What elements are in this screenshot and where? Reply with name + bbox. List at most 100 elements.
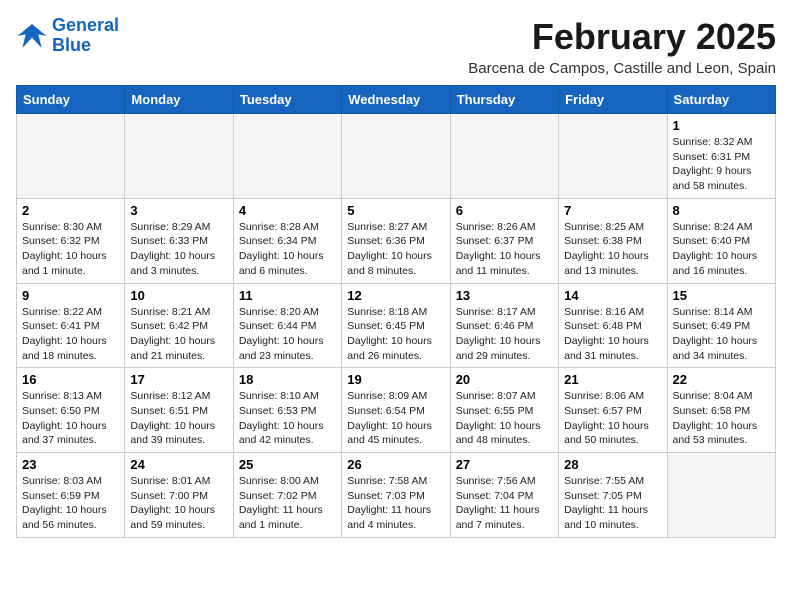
day-number: 1 [673, 118, 770, 133]
calendar-cell [667, 453, 775, 538]
day-info: Sunrise: 8:09 AM Sunset: 6:54 PM Dayligh… [347, 389, 444, 448]
calendar-cell: 27 Sunrise: 7:56 AM Sunset: 7:04 PM Dayli… [450, 453, 558, 538]
calendar-cell [342, 114, 450, 199]
logo-bird-icon [16, 20, 48, 52]
day-number: 23 [22, 457, 119, 472]
day-number: 3 [130, 203, 227, 218]
calendar-cell: 19 Sunrise: 8:09 AM Sunset: 6:54 PM Dayli… [342, 368, 450, 453]
logo-line1: General [52, 15, 119, 35]
day-number: 10 [130, 288, 227, 303]
calendar-cell: 8 Sunrise: 8:24 AM Sunset: 6:40 PM Daylig… [667, 198, 775, 283]
calendar-cell: 15 Sunrise: 8:14 AM Sunset: 6:49 PM Dayli… [667, 283, 775, 368]
day-number: 4 [239, 203, 336, 218]
day-number: 22 [673, 372, 770, 387]
day-number: 8 [673, 203, 770, 218]
day-info: Sunrise: 8:16 AM Sunset: 6:48 PM Dayligh… [564, 305, 661, 364]
logo: General Blue [16, 16, 119, 56]
day-info: Sunrise: 7:55 AM Sunset: 7:05 PM Dayligh… [564, 474, 661, 533]
day-info: Sunrise: 8:12 AM Sunset: 6:51 PM Dayligh… [130, 389, 227, 448]
calendar-cell [233, 114, 341, 199]
calendar-cell: 16 Sunrise: 8:13 AM Sunset: 6:50 PM Dayli… [17, 368, 125, 453]
day-info: Sunrise: 8:07 AM Sunset: 6:55 PM Dayligh… [456, 389, 553, 448]
day-info: Sunrise: 8:13 AM Sunset: 6:50 PM Dayligh… [22, 389, 119, 448]
day-number: 26 [347, 457, 444, 472]
day-number: 24 [130, 457, 227, 472]
day-number: 16 [22, 372, 119, 387]
calendar-cell: 2Sunrise: 8:30 AM Sunset: 6:32 PM Daylig… [17, 198, 125, 283]
calendar-cell: 17 Sunrise: 8:12 AM Sunset: 6:51 PM Dayli… [125, 368, 233, 453]
day-number: 11 [239, 288, 336, 303]
title-block: February 2025 Barcena de Campos, Castill… [468, 16, 776, 77]
calendar-cell: 11 Sunrise: 8:20 AM Sunset: 6:44 PM Dayli… [233, 283, 341, 368]
calendar-cell: 7Sunrise: 8:25 AM Sunset: 6:38 PM Daylig… [559, 198, 667, 283]
day-info: Sunrise: 8:30 AM Sunset: 6:32 PM Dayligh… [22, 220, 119, 279]
calendar-cell: 6 Sunrise: 8:26 AM Sunset: 6:37 PM Daylig… [450, 198, 558, 283]
day-number: 6 [456, 203, 553, 218]
day-info: Sunrise: 8:04 AM Sunset: 6:58 PM Dayligh… [673, 389, 770, 448]
location-title: Barcena de Campos, Castille and Leon, Sp… [468, 60, 776, 77]
day-number: 5 [347, 203, 444, 218]
day-info: Sunrise: 7:56 AM Sunset: 7:04 PM Dayligh… [456, 474, 553, 533]
day-info: Sunrise: 8:00 AM Sunset: 7:02 PM Dayligh… [239, 474, 336, 533]
calendar-week-row: 16 Sunrise: 8:13 AM Sunset: 6:50 PM Dayli… [17, 368, 776, 453]
calendar-cell: 3 Sunrise: 8:29 AM Sunset: 6:33 PM Daylig… [125, 198, 233, 283]
day-number: 21 [564, 372, 661, 387]
calendar-cell: 4 Sunrise: 8:28 AM Sunset: 6:34 PM Daylig… [233, 198, 341, 283]
calendar-cell: 13Sunrise: 8:17 AM Sunset: 6:46 PM Dayli… [450, 283, 558, 368]
day-number: 9 [22, 288, 119, 303]
calendar-table: SundayMondayTuesdayWednesdayThursdayFrid… [16, 85, 776, 538]
weekday-header: Tuesday [233, 86, 341, 114]
day-number: 14 [564, 288, 661, 303]
day-info: Sunrise: 8:28 AM Sunset: 6:34 PM Dayligh… [239, 220, 336, 279]
day-number: 12 [347, 288, 444, 303]
day-info: Sunrise: 8:06 AM Sunset: 6:57 PM Dayligh… [564, 389, 661, 448]
calendar-cell [125, 114, 233, 199]
calendar-cell: 5 Sunrise: 8:27 AM Sunset: 6:36 PM Daylig… [342, 198, 450, 283]
page-header: General Blue February 2025 Barcena de Ca… [16, 16, 776, 77]
weekday-header: Thursday [450, 86, 558, 114]
day-info: Sunrise: 8:27 AM Sunset: 6:36 PM Dayligh… [347, 220, 444, 279]
day-number: 17 [130, 372, 227, 387]
calendar-cell: 21 Sunrise: 8:06 AM Sunset: 6:57 PM Dayli… [559, 368, 667, 453]
weekday-header: Sunday [17, 86, 125, 114]
day-info: Sunrise: 8:03 AM Sunset: 6:59 PM Dayligh… [22, 474, 119, 533]
calendar-cell: 20 Sunrise: 8:07 AM Sunset: 6:55 PM Dayli… [450, 368, 558, 453]
calendar-cell: 10 Sunrise: 8:21 AM Sunset: 6:42 PM Dayli… [125, 283, 233, 368]
calendar-cell: 28Sunrise: 7:55 AM Sunset: 7:05 PM Dayli… [559, 453, 667, 538]
day-info: Sunrise: 8:26 AM Sunset: 6:37 PM Dayligh… [456, 220, 553, 279]
day-number: 18 [239, 372, 336, 387]
day-number: 19 [347, 372, 444, 387]
calendar-week-row: 1 Sunrise: 8:32 AM Sunset: 6:31 PM Daylig… [17, 114, 776, 199]
calendar-cell [450, 114, 558, 199]
day-number: 15 [673, 288, 770, 303]
calendar-week-row: 9 Sunrise: 8:22 AM Sunset: 6:41 PM Daylig… [17, 283, 776, 368]
day-info: Sunrise: 8:22 AM Sunset: 6:41 PM Dayligh… [22, 305, 119, 364]
calendar-cell: 24 Sunrise: 8:01 AM Sunset: 7:00 PM Dayli… [125, 453, 233, 538]
day-info: Sunrise: 8:14 AM Sunset: 6:49 PM Dayligh… [673, 305, 770, 364]
calendar-cell: 18 Sunrise: 8:10 AM Sunset: 6:53 PM Dayli… [233, 368, 341, 453]
day-info: Sunrise: 8:18 AM Sunset: 6:45 PM Dayligh… [347, 305, 444, 364]
day-info: Sunrise: 8:32 AM Sunset: 6:31 PM Dayligh… [673, 135, 770, 194]
day-info: Sunrise: 8:21 AM Sunset: 6:42 PM Dayligh… [130, 305, 227, 364]
calendar-cell [17, 114, 125, 199]
calendar-cell: 22 Sunrise: 8:04 AM Sunset: 6:58 PM Dayli… [667, 368, 775, 453]
logo-line2: Blue [52, 35, 91, 55]
day-info: Sunrise: 8:24 AM Sunset: 6:40 PM Dayligh… [673, 220, 770, 279]
day-info: Sunrise: 8:25 AM Sunset: 6:38 PM Dayligh… [564, 220, 661, 279]
day-info: Sunrise: 8:10 AM Sunset: 6:53 PM Dayligh… [239, 389, 336, 448]
calendar-cell: 23 Sunrise: 8:03 AM Sunset: 6:59 PM Dayli… [17, 453, 125, 538]
weekday-header-row: SundayMondayTuesdayWednesdayThursdayFrid… [17, 86, 776, 114]
calendar-cell: 14 Sunrise: 8:16 AM Sunset: 6:48 PM Dayli… [559, 283, 667, 368]
day-number: 27 [456, 457, 553, 472]
calendar-week-row: 23 Sunrise: 8:03 AM Sunset: 6:59 PM Dayli… [17, 453, 776, 538]
weekday-header: Saturday [667, 86, 775, 114]
weekday-header: Friday [559, 86, 667, 114]
day-info: Sunrise: 7:58 AM Sunset: 7:03 PM Dayligh… [347, 474, 444, 533]
day-info: Sunrise: 8:01 AM Sunset: 7:00 PM Dayligh… [130, 474, 227, 533]
day-info: Sunrise: 8:20 AM Sunset: 6:44 PM Dayligh… [239, 305, 336, 364]
day-info: Sunrise: 8:17 AM Sunset: 6:46 PM Dayligh… [456, 305, 553, 364]
calendar-cell: 9 Sunrise: 8:22 AM Sunset: 6:41 PM Daylig… [17, 283, 125, 368]
day-info: Sunrise: 8:29 AM Sunset: 6:33 PM Dayligh… [130, 220, 227, 279]
day-number: 20 [456, 372, 553, 387]
calendar-week-row: 2Sunrise: 8:30 AM Sunset: 6:32 PM Daylig… [17, 198, 776, 283]
